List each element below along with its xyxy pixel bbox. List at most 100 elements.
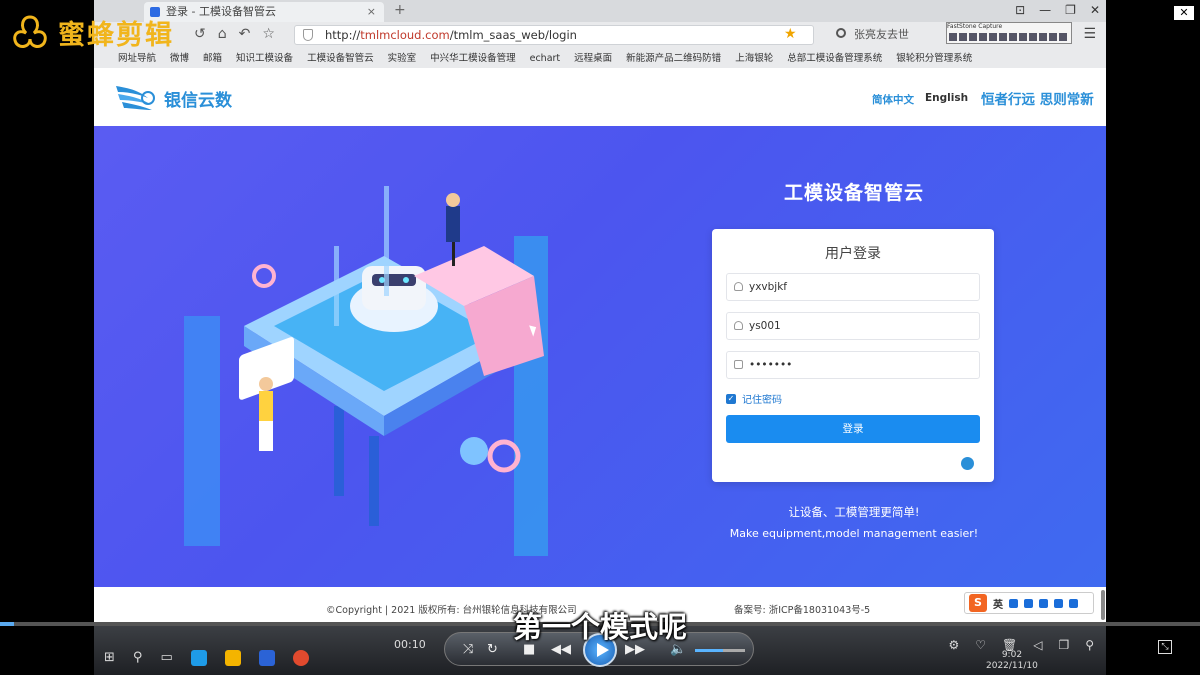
capture-icon[interactable] bbox=[949, 33, 957, 41]
windows-start-icon[interactable]: ⊞ bbox=[104, 650, 115, 666]
capture-icon[interactable] bbox=[1049, 33, 1057, 41]
close-overlay-icon[interactable]: ✕ bbox=[1174, 6, 1194, 20]
capture-icon[interactable] bbox=[1059, 33, 1067, 41]
video-frame: 登录 - 工模设备智管云 × + ⊡ — ❐ ✕ ↺ ⌂ ↶ ☆ http://… bbox=[0, 0, 1200, 675]
nav-buttons: ↺ ⌂ ↶ ☆ bbox=[194, 26, 275, 42]
capture-icon[interactable] bbox=[959, 33, 967, 41]
site-header: 银信云数 简体中文 English 恒者行远 思则常新 bbox=[94, 68, 1106, 126]
capture-icon[interactable] bbox=[1009, 33, 1017, 41]
login-title: 用户登录 bbox=[825, 246, 881, 262]
isometric-illustration bbox=[184, 186, 548, 556]
faststone-capture-toolbar[interactable]: FastStone Capture bbox=[946, 22, 1072, 44]
search-box[interactable]: 张亮友去世 bbox=[832, 25, 940, 45]
folder-icon[interactable] bbox=[224, 650, 241, 666]
bookmark-item[interactable]: 上海银轮 bbox=[735, 50, 773, 68]
close-window-icon[interactable]: ✕ bbox=[1090, 3, 1100, 17]
watermark: 蜜蜂剪辑 bbox=[8, 12, 174, 52]
tagline-zh: 让设备、工模管理更简单! bbox=[788, 505, 920, 519]
watermark-text: 蜜蜂剪辑 bbox=[58, 19, 174, 51]
login-button[interactable]: 登录 bbox=[726, 415, 980, 443]
bookmark-item[interactable]: 邮箱 bbox=[203, 50, 222, 68]
slogan: 恒者行远 思则常新 bbox=[981, 92, 1094, 108]
tab-strip: 登录 - 工模设备智管云 × + ⊡ — ❐ ✕ bbox=[94, 0, 1106, 22]
capture-icon[interactable] bbox=[1019, 33, 1027, 41]
menu-icon[interactable]: ☰ bbox=[1083, 26, 1096, 42]
edge-icon[interactable] bbox=[190, 650, 207, 666]
brand-name: 银信云数 bbox=[164, 90, 232, 111]
checkbox-checked-icon[interactable]: ✓ bbox=[726, 393, 736, 404]
restore-icon[interactable]: ❐ bbox=[1065, 3, 1076, 17]
search-icon[interactable]: ⚲ bbox=[133, 650, 143, 666]
bee-logo-icon bbox=[13, 15, 47, 48]
capture-icon[interactable] bbox=[999, 33, 1007, 41]
browser-chrome: 登录 - 工模设备智管云 × + ⊡ — ❐ ✕ ↺ ⌂ ↶ ☆ http://… bbox=[94, 0, 1106, 68]
tab-close-icon[interactable]: × bbox=[367, 2, 376, 22]
address-scheme: http:// bbox=[325, 28, 361, 42]
capture-buttons bbox=[949, 33, 1067, 41]
capture-icon[interactable] bbox=[1039, 33, 1047, 41]
address-host: tmlmcloud.com bbox=[360, 28, 450, 42]
address-bar[interactable]: http://tmlmcloud.com/tmlm_saas_web/login bbox=[294, 25, 814, 45]
bookmark-item[interactable]: echart bbox=[530, 50, 561, 68]
window-controls: ⊡ — ❐ ✕ bbox=[1015, 3, 1100, 17]
clock-date: 2022/11/10 bbox=[986, 661, 1038, 671]
hero-banner: 工模设备智管云 用户登录 yxvbjkf ys001 ••••••• ✓ 记住密… bbox=[94, 126, 1106, 587]
bookmark-item[interactable]: 知识工模设备 bbox=[236, 50, 293, 68]
address-path: /tmlm_saas_web/login bbox=[449, 28, 577, 42]
company-value: yxvbjkf bbox=[749, 281, 788, 293]
bookmark-item[interactable]: 微博 bbox=[170, 50, 189, 68]
user-icon bbox=[734, 321, 743, 330]
task-view-icon[interactable]: ▭ bbox=[160, 650, 172, 666]
bookmark-item[interactable]: 总部工模设备管理系统 bbox=[787, 50, 882, 68]
bookmark-item[interactable]: 新能源产品二维码防错 bbox=[626, 50, 721, 68]
brand-logo[interactable]: 银信云数 bbox=[114, 80, 232, 116]
system-clock: 9:02 2022/11/10 bbox=[986, 650, 1038, 672]
video-subtitle: 第一个模式呢 bbox=[512, 610, 687, 644]
taskbar-apps: ⊞ ⚲ ▭ bbox=[104, 650, 309, 666]
bookmark-item[interactable]: 工模设备智管云 bbox=[307, 50, 374, 68]
faststone-title: FastStone Capture bbox=[947, 23, 1003, 30]
username-field[interactable]: ys001 bbox=[726, 312, 980, 340]
username-value: ys001 bbox=[749, 320, 781, 332]
home-icon[interactable]: ⌂ bbox=[218, 26, 227, 42]
volume-slider[interactable] bbox=[695, 649, 745, 652]
bookmarks-bar: 网址导航 微博 邮箱 知识工模设备 工模设备智管云 实验室 中兴华工模设备管理 … bbox=[94, 50, 1106, 68]
bookmark-item[interactable]: 银轮积分管理系统 bbox=[896, 50, 972, 68]
capture-icon[interactable] bbox=[979, 33, 987, 41]
capture-icon[interactable] bbox=[989, 33, 997, 41]
browser-tab[interactable]: 登录 - 工模设备智管云 × bbox=[144, 2, 384, 22]
chrome-icon[interactable] bbox=[292, 650, 309, 666]
lang-en-link[interactable]: English bbox=[925, 92, 968, 104]
password-field[interactable]: ••••••• bbox=[726, 351, 980, 379]
capture-icon[interactable] bbox=[1029, 33, 1037, 41]
tab-title: 登录 - 工模设备智管云 bbox=[166, 5, 276, 18]
window-extra-icon[interactable]: ⊡ bbox=[1015, 3, 1025, 17]
wings-logo-icon bbox=[116, 86, 155, 110]
bookmark-star-icon[interactable]: ★ bbox=[784, 26, 797, 42]
lock-icon bbox=[734, 360, 743, 369]
clock-time: 9:02 bbox=[1001, 650, 1023, 660]
bookmark-item[interactable]: 中兴华工模设备管理 bbox=[430, 50, 516, 68]
login-card: 用户登录 yxvbjkf ys001 ••••••• ✓ 记住密码 登录 bbox=[712, 229, 994, 482]
app-icon[interactable] bbox=[258, 650, 275, 666]
remember-label: 记住密码 bbox=[742, 395, 782, 406]
tagline-en: Make equipment,model management easier! bbox=[729, 527, 979, 540]
app-title: 工模设备智管云 bbox=[783, 182, 924, 204]
bookmark-item[interactable]: 网址导航 bbox=[118, 50, 156, 68]
company-field[interactable]: yxvbjkf bbox=[726, 273, 980, 301]
bookmark-item[interactable]: 远程桌面 bbox=[574, 50, 612, 68]
lang-zh-link[interactable]: 简体中文 bbox=[872, 92, 914, 107]
bookmark-item[interactable]: 实验室 bbox=[388, 50, 417, 68]
home-icon bbox=[734, 282, 743, 291]
search-icon bbox=[836, 28, 846, 38]
help-icon[interactable] bbox=[961, 457, 974, 470]
mini-player-icon[interactable]: ⤡ bbox=[1158, 640, 1172, 654]
new-tab-button[interactable]: + bbox=[394, 2, 406, 18]
undo-icon[interactable]: ↶ bbox=[239, 26, 251, 42]
minimize-icon[interactable]: — bbox=[1039, 3, 1051, 17]
favorite-icon[interactable]: ☆ bbox=[262, 26, 275, 42]
refresh-icon[interactable]: ↺ bbox=[194, 26, 206, 42]
remember-password[interactable]: ✓ 记住密码 bbox=[726, 391, 782, 406]
volume-level bbox=[695, 649, 723, 652]
capture-icon[interactable] bbox=[969, 33, 977, 41]
